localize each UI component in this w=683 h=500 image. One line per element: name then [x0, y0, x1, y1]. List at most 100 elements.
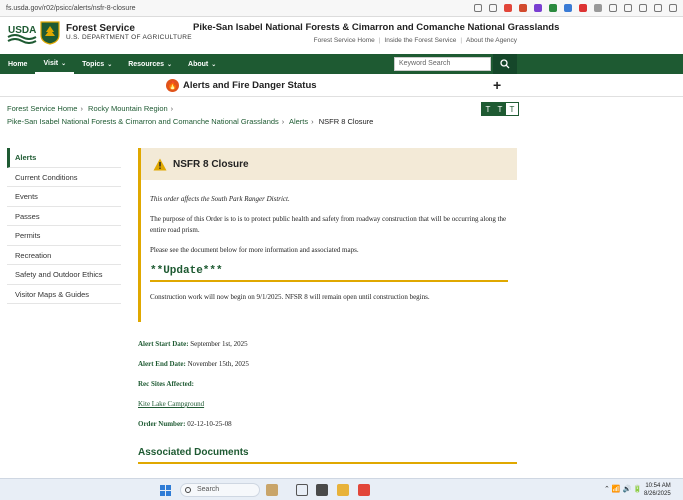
- file-explorer-icon[interactable]: [337, 484, 349, 496]
- usda-logo[interactable]: USDA: [7, 22, 37, 44]
- breadcrumb-link[interactable]: Alerts: [289, 117, 308, 126]
- site-header: USDA Forest Service U.S. DEPARTMENT OF A…: [0, 17, 683, 52]
- taskbar-widget-icon[interactable]: [266, 484, 278, 496]
- wallet-icon[interactable]: [639, 4, 647, 12]
- extension-icon[interactable]: [534, 4, 542, 12]
- expand-plus-icon[interactable]: +: [493, 77, 501, 93]
- extension-icon[interactable]: [549, 4, 557, 12]
- link-icon[interactable]: [564, 4, 572, 12]
- task-view-icon[interactable]: [296, 484, 308, 496]
- nav-topics[interactable]: Topics ⌄: [74, 54, 120, 74]
- reader-icon[interactable]: [474, 4, 482, 12]
- utility-links: Forest Service Home | Inside the Forest …: [314, 37, 517, 44]
- brave-browser-icon[interactable]: [358, 484, 370, 496]
- vpn-icon[interactable]: [654, 4, 662, 12]
- breadcrumb-link[interactable]: Forest Service Home: [7, 104, 77, 113]
- alert-box: NSFR 8 Closure This order affects the So…: [138, 148, 517, 322]
- detail-label: Order Number:: [138, 420, 186, 428]
- bookmark-icon[interactable]: [594, 4, 602, 12]
- breadcrumb-separator: ›: [170, 104, 174, 113]
- update-text: Construction work will now begin on 9/1/…: [150, 293, 430, 301]
- text-size-control: T T T: [481, 102, 519, 116]
- breadcrumb-separator: ›: [80, 104, 83, 113]
- nav-visit[interactable]: Visit ⌄: [35, 54, 75, 74]
- purpose-text: The purpose of this Order is to is to pr…: [150, 215, 507, 234]
- alert-box-header: NSFR 8 Closure: [141, 148, 517, 180]
- breadcrumb-current: NSFR 8 Closure: [318, 117, 374, 126]
- nav-home[interactable]: Home: [0, 54, 35, 74]
- media-icon[interactable]: [609, 4, 617, 12]
- windows-taskbar: Search ⌃ 📶 🔊 🔋 10:54 AM 8/26/2025: [0, 478, 683, 500]
- breadcrumb-link[interactable]: Pike-San Isabel National Forests & Cimar…: [7, 117, 279, 126]
- clock-date: 8/26/2025: [644, 491, 671, 497]
- util-link-forest-service-home[interactable]: Forest Service Home: [314, 37, 375, 44]
- text-size-large[interactable]: T: [506, 103, 518, 115]
- fire-icon: 🔥: [166, 79, 179, 92]
- chevron-down-icon: ⌄: [61, 60, 67, 67]
- detail-value: November 15th, 2025: [187, 360, 249, 368]
- search-icon: [185, 487, 191, 493]
- forest-service-shield-icon[interactable]: [40, 21, 60, 45]
- terminal-icon[interactable]: [316, 484, 328, 496]
- util-link-about[interactable]: About the Agency: [466, 37, 517, 44]
- sidebar-item-current-conditions[interactable]: Current Conditions: [7, 168, 121, 187]
- alert-details: Alert Start Date: September 1st, 2025 Al…: [138, 334, 517, 434]
- text-size-medium[interactable]: T: [494, 103, 506, 115]
- taskbar-clock[interactable]: 10:54 AM 8/26/2025: [644, 482, 671, 498]
- detail-label: Alert Start Date:: [138, 340, 189, 348]
- menu-icon[interactable]: [669, 4, 677, 12]
- mail-icon[interactable]: [579, 4, 587, 12]
- breadcrumb: Forest Service Home › Rocky Mountain Regi…: [7, 102, 477, 128]
- search-button[interactable]: [493, 54, 517, 74]
- sidebar-item-alerts[interactable]: Alerts: [7, 148, 121, 168]
- sidebar-nav: Alerts Current Conditions Events Passes …: [7, 148, 121, 304]
- detail-end-date: Alert End Date: November 15th, 2025: [138, 354, 517, 374]
- url-field[interactable]: fs.usda.gov/r02/psicc/alerts/nsfr-8-clos…: [0, 5, 474, 12]
- rec-site-link[interactable]: Kite Lake Campground: [138, 400, 204, 408]
- warning-icon: [153, 158, 167, 170]
- system-tray[interactable]: ⌃ 📶 🔊 🔋: [604, 485, 642, 493]
- nav-label: About: [188, 60, 209, 68]
- browser-toolbar: [474, 4, 683, 12]
- nav-label: Topics: [82, 60, 105, 68]
- sidebar-toggle-icon[interactable]: [624, 4, 632, 12]
- sidebar-item-passes[interactable]: Passes: [7, 207, 121, 226]
- sidebar-item-events[interactable]: Events: [7, 187, 121, 207]
- breadcrumb-link[interactable]: Rocky Mountain Region: [88, 104, 168, 113]
- share-icon[interactable]: [489, 4, 497, 12]
- detail-order-number: Order Number: 02-12-10-25-08: [138, 414, 517, 434]
- alert-body: This order affects the South Park Ranger…: [141, 194, 517, 303]
- text-size-small[interactable]: T: [482, 103, 494, 115]
- search-input[interactable]: Keyword Search: [394, 57, 491, 71]
- sidebar-item-permits[interactable]: Permits: [7, 226, 121, 246]
- sidebar-item-recreation[interactable]: Recreation: [7, 246, 121, 265]
- detail-rec-site-link-row: Kite Lake Campground: [138, 394, 517, 414]
- see-document-text: Please see the document below for more i…: [150, 246, 359, 254]
- forest-name: Pike-San Isabel National Forests & Cimar…: [193, 22, 560, 33]
- nav-about[interactable]: About ⌄: [180, 54, 224, 74]
- util-link-inside[interactable]: Inside the Forest Service: [384, 37, 456, 44]
- util-separator: |: [460, 37, 463, 44]
- detail-start-date: Alert Start Date: September 1st, 2025: [138, 334, 517, 354]
- alerts-strip-title: Alerts and Fire Danger Status: [183, 80, 317, 91]
- start-button[interactable]: [160, 485, 171, 496]
- sidebar-item-visitor-maps[interactable]: Visitor Maps & Guides: [7, 285, 121, 304]
- extension-icon[interactable]: [519, 4, 527, 12]
- alerts-fire-danger-strip[interactable]: 🔥 Alerts and Fire Danger Status +: [0, 75, 683, 97]
- nav-resources[interactable]: Resources ⌄: [120, 54, 180, 74]
- brave-shield-icon[interactable]: [504, 4, 512, 12]
- associated-documents-heading: Associated Documents: [138, 447, 517, 464]
- detail-rec-sites: Rec Sites Affected:: [138, 374, 517, 394]
- update-heading: **Update***: [150, 265, 508, 282]
- search-icon: [500, 59, 510, 69]
- nav-label: Home: [8, 60, 28, 68]
- nav-label: Resources: [128, 60, 165, 68]
- browser-address-bar: fs.usda.gov/r02/psicc/alerts/nsfr-8-clos…: [0, 0, 683, 17]
- agency-department: U.S. DEPARTMENT OF AGRICULTURE: [66, 34, 192, 41]
- taskbar-search[interactable]: Search: [180, 483, 260, 497]
- detail-label: Rec Sites Affected:: [138, 380, 194, 388]
- main-nav: Home Visit ⌄ Topics ⌄ Resources ⌄ About ⌄ Ke…: [0, 54, 683, 74]
- nav-label: Visit: [43, 59, 59, 67]
- sidebar-item-safety[interactable]: Safety and Outdoor Ethics: [7, 265, 121, 285]
- district-note: This order affects the South Park Ranger…: [150, 195, 290, 203]
